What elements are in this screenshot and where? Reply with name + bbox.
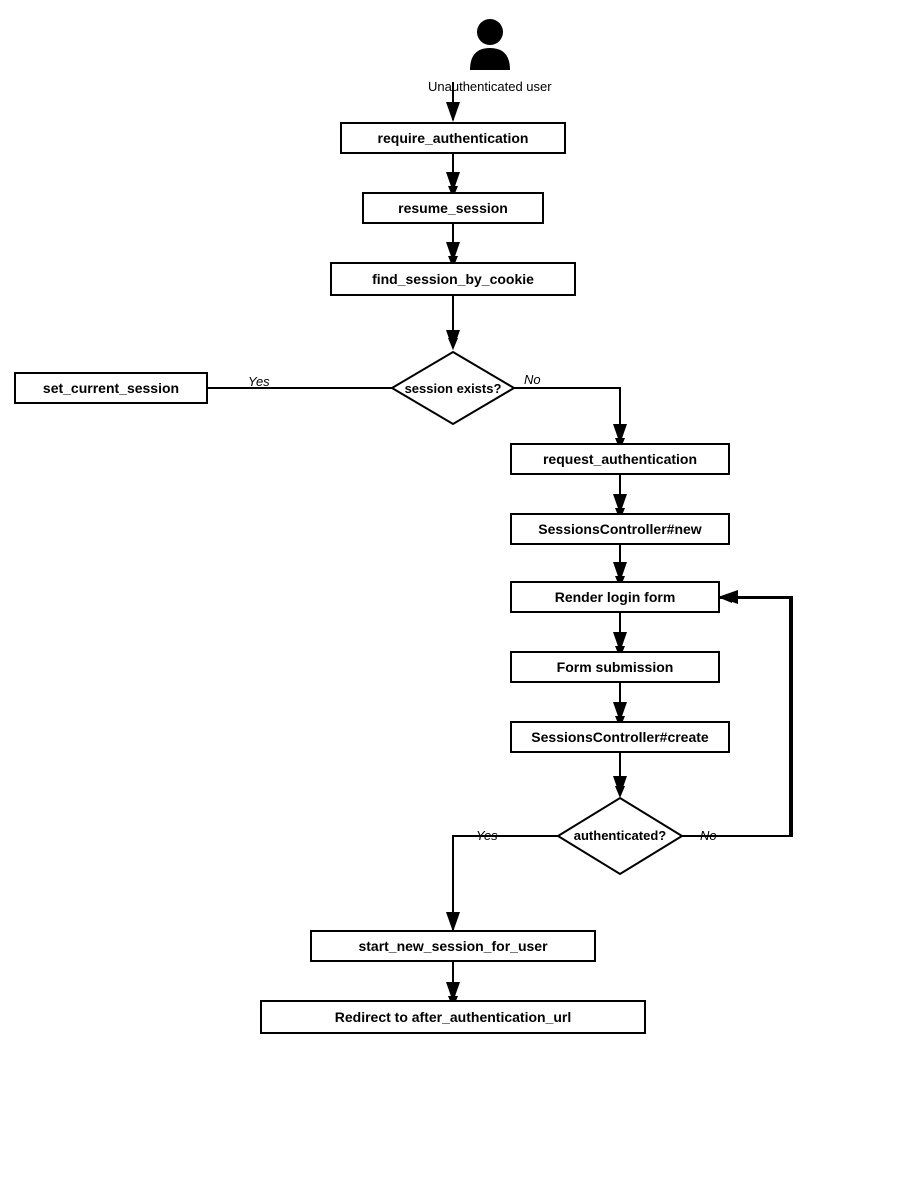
find-session-node: find_session_by_cookie bbox=[330, 262, 576, 296]
session-exists-diamond: session exists? bbox=[390, 350, 516, 426]
svg-text:session exists?: session exists? bbox=[405, 381, 502, 396]
form-submission-node: Form submission bbox=[510, 651, 720, 683]
redirect-after-auth-node: Redirect to after_authentication_url bbox=[260, 1000, 646, 1034]
user-label: Unauthenticated user bbox=[428, 79, 552, 94]
yes-auth-label: Yes bbox=[476, 828, 498, 843]
start-new-session-node: start_new_session_for_user bbox=[310, 930, 596, 962]
svg-text:authenticated?: authenticated? bbox=[574, 828, 667, 843]
resume-session-node: resume_session bbox=[362, 192, 544, 224]
set-current-session-node: set_current_session bbox=[14, 372, 208, 404]
user-icon: Unauthenticated user bbox=[428, 18, 552, 94]
sessions-controller-create-node: SessionsController#create bbox=[510, 721, 730, 753]
render-login-form-node: Render login form bbox=[510, 581, 720, 613]
no-session-label: No bbox=[524, 372, 541, 387]
no-auth-label: No bbox=[700, 828, 717, 843]
flowchart-diagram: Unauthenticated user require_authenticat… bbox=[0, 0, 907, 1179]
require-authentication-node: require_authentication bbox=[340, 122, 566, 154]
yes-session-label: Yes bbox=[248, 374, 270, 389]
authenticated-diamond: authenticated? bbox=[556, 796, 684, 876]
sessions-controller-new-node: SessionsController#new bbox=[510, 513, 730, 545]
request-authentication-node: request_authentication bbox=[510, 443, 730, 475]
